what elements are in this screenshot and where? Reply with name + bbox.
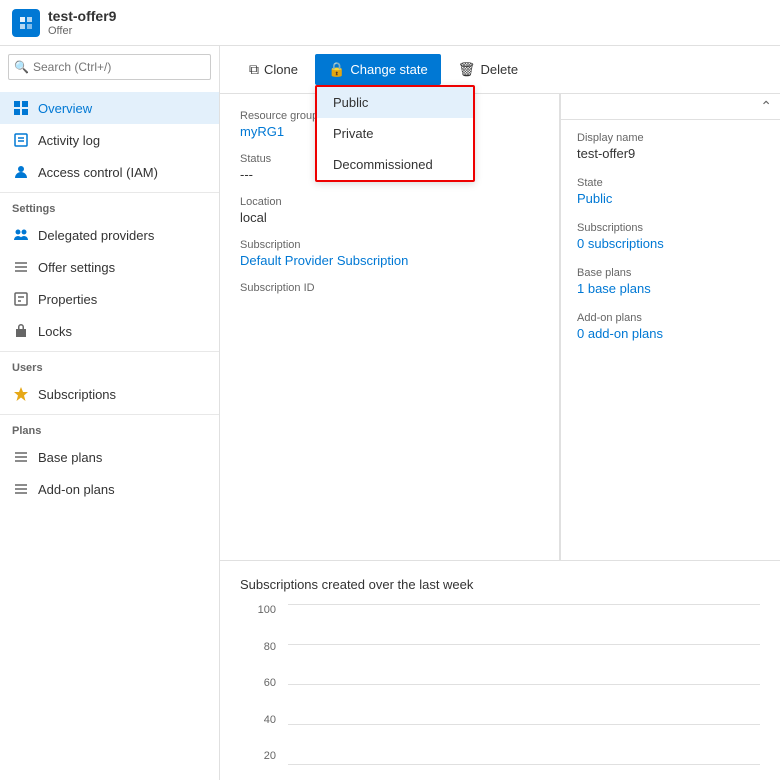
lock-icon: 🔒 xyxy=(328,61,345,78)
clone-button[interactable]: ⧉ Clone xyxy=(236,54,311,85)
users-section-label: Users xyxy=(0,351,219,378)
sidebar-item-access-control[interactable]: Access control (IAM) xyxy=(0,156,219,188)
change-state-button[interactable]: 🔒 Change state xyxy=(315,54,441,85)
sidebar-item-base-plans[interactable]: Base plans xyxy=(0,441,219,473)
sidebar-item-properties-label: Properties xyxy=(38,292,97,307)
base-plans-label: Base plans xyxy=(577,267,764,279)
search-wrapper: 🔍 xyxy=(0,46,219,88)
subscriptions-label: Subscriptions xyxy=(577,222,764,234)
change-state-dropdown-container: 🔒 Change state Public Private Decommissi… xyxy=(315,54,441,85)
add-on-plans-icon xyxy=(12,480,30,498)
sidebar-item-offer-settings[interactable]: Offer settings xyxy=(0,251,219,283)
delete-icon: 🗑 xyxy=(458,61,476,78)
base-plans-field: Base plans 1 base plans xyxy=(577,267,764,296)
location-label: Location xyxy=(240,196,539,208)
sidebar-item-delegated-label: Delegated providers xyxy=(38,228,154,243)
state-label: State xyxy=(577,177,764,189)
sidebar-item-offer-settings-label: Offer settings xyxy=(38,260,115,275)
sidebar-item-overview-label: Overview xyxy=(38,101,92,116)
state-field: State Public xyxy=(577,177,764,206)
dropdown-item-public[interactable]: Public xyxy=(317,87,473,118)
sidebar-item-locks[interactable]: Locks xyxy=(0,315,219,347)
subscriptions-icon xyxy=(12,385,30,403)
sidebar-nav: Overview Activity log Access control (IA… xyxy=(0,88,219,780)
overview-icon xyxy=(12,99,30,117)
app-subtitle: Offer xyxy=(48,25,116,37)
y-label-40: 40 xyxy=(240,714,282,726)
add-on-plans-field: Add-on plans 0 add-on plans xyxy=(577,312,764,341)
app-icon xyxy=(12,9,40,37)
grid-line-60 xyxy=(288,684,760,685)
sidebar-item-base-plans-label: Base plans xyxy=(38,450,102,465)
subscription-id-field: Subscription ID xyxy=(240,282,539,294)
grid-line-100 xyxy=(288,604,760,605)
dropdown-item-decommissioned[interactable]: Decommissioned xyxy=(317,149,473,180)
sidebar-item-activity-label: Activity log xyxy=(38,133,100,148)
activity-log-icon xyxy=(12,131,30,149)
grid-line-20 xyxy=(288,764,760,765)
top-bar: test-offer9 Offer xyxy=(0,0,780,46)
settings-section-label: Settings xyxy=(0,192,219,219)
clone-icon: ⧉ xyxy=(249,61,259,78)
sidebar-item-delegated-providers[interactable]: Delegated providers xyxy=(0,219,219,251)
subscription-id-label: Subscription ID xyxy=(240,282,539,294)
sidebar-item-subscriptions[interactable]: Subscriptions xyxy=(0,378,219,410)
plans-section-label: Plans xyxy=(0,414,219,441)
display-name-value: test-offer9 xyxy=(577,146,764,161)
offer-settings-icon xyxy=(12,258,30,276)
display-name-label: Display name xyxy=(577,132,764,144)
add-on-plans-value[interactable]: 0 add-on plans xyxy=(577,326,764,341)
subscriptions-value[interactable]: 0 subscriptions xyxy=(577,236,764,251)
state-dropdown-menu: Public Private Decommissioned xyxy=(315,85,475,182)
subscription-value[interactable]: Default Provider Subscription xyxy=(240,253,539,268)
access-control-icon xyxy=(12,163,30,181)
collapse-icon[interactable]: ⌃ xyxy=(760,98,772,115)
sidebar-item-access-label: Access control (IAM) xyxy=(38,165,158,180)
y-label-80: 80 xyxy=(240,641,282,653)
y-label-100: 100 xyxy=(240,604,282,616)
right-panel: Display name test-offer9 State Public Su… xyxy=(561,120,780,369)
subscription-label: Subscription xyxy=(240,239,539,251)
sidebar-item-locks-label: Locks xyxy=(38,324,72,339)
search-input[interactable] xyxy=(8,54,211,80)
sidebar-item-subscriptions-label: Subscriptions xyxy=(38,387,116,402)
sidebar-item-add-on-plans[interactable]: Add-on plans xyxy=(0,473,219,505)
location-value: local xyxy=(240,210,539,225)
subscription-field: Subscription Default Provider Subscripti… xyxy=(240,239,539,268)
chart-title: Subscriptions created over the last week xyxy=(240,577,760,592)
base-plans-value[interactable]: 1 base plans xyxy=(577,281,764,296)
location-field: Location local xyxy=(240,196,539,225)
sidebar: 🔍 Overview Activity log xyxy=(0,46,220,780)
content-area: ⧉ Clone 🔒 Change state Public Priva xyxy=(220,46,780,780)
sidebar-item-activity-log[interactable]: Activity log xyxy=(0,124,219,156)
dropdown-item-private[interactable]: Private xyxy=(317,118,473,149)
y-label-60: 60 xyxy=(240,677,282,689)
y-label-20: 20 xyxy=(240,750,282,762)
base-plans-icon xyxy=(12,448,30,466)
add-on-plans-label: Add-on plans xyxy=(577,312,764,324)
chart-area: 100 80 60 40 20 xyxy=(240,604,760,764)
chart-section: Subscriptions created over the last week… xyxy=(220,560,780,780)
state-value[interactable]: Public xyxy=(577,191,764,206)
display-name-field: Display name test-offer9 xyxy=(577,132,764,161)
app-title: test-offer9 xyxy=(48,8,116,25)
subscriptions-field: Subscriptions 0 subscriptions xyxy=(577,222,764,251)
delete-button[interactable]: 🗑 Delete xyxy=(445,54,531,85)
sidebar-item-overview[interactable]: Overview xyxy=(0,92,219,124)
sidebar-item-add-on-plans-label: Add-on plans xyxy=(38,482,115,497)
grid-line-80 xyxy=(288,644,760,645)
grid-line-40 xyxy=(288,724,760,725)
app-title-block: test-offer9 Offer xyxy=(48,8,116,37)
delegated-providers-icon xyxy=(12,226,30,244)
locks-icon xyxy=(12,322,30,340)
toolbar: ⧉ Clone 🔒 Change state Public Priva xyxy=(220,46,780,94)
sidebar-item-properties[interactable]: Properties xyxy=(0,283,219,315)
properties-icon xyxy=(12,290,30,308)
